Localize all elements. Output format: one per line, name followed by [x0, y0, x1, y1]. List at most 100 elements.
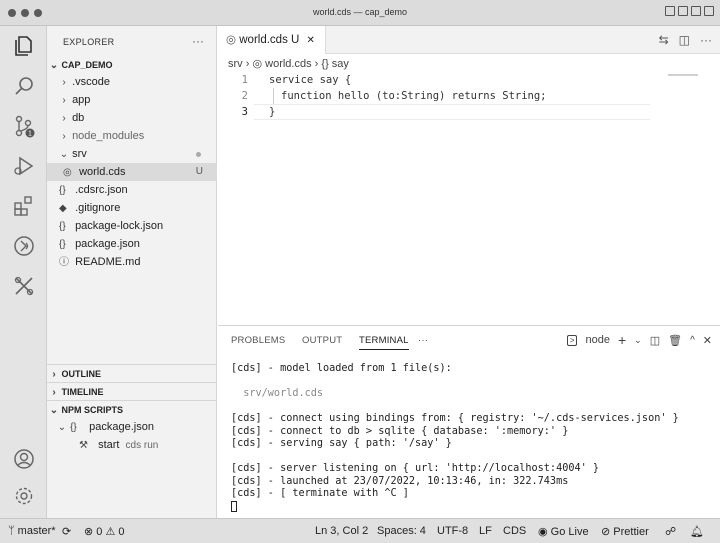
- tree-item-readme-md[interactable]: ⓘ README.md: [47, 253, 217, 271]
- breadcrumb-srv[interactable]: srv: [228, 58, 243, 70]
- source-control-icon[interactable]: 1: [12, 114, 36, 138]
- tab-problems[interactable]: PROBLEMS: [231, 335, 285, 346]
- tree-item-node-modules[interactable]: › node_modules: [47, 127, 217, 145]
- chevron-down-icon: ⌄: [57, 422, 67, 433]
- terminal-line: [cds] - serving say { path: '/say' }: [231, 438, 452, 449]
- editor-actions: ⇆ ◫ ···: [659, 33, 712, 47]
- code-editor[interactable]: 1 service say { 2 function hello (to:Str…: [218, 72, 720, 120]
- minimap[interactable]: [668, 74, 698, 76]
- end-of-line[interactable]: LF: [479, 525, 492, 537]
- new-terminal-icon[interactable]: +: [618, 332, 626, 348]
- npm-scripts-section[interactable]: ⌄ NPM SCRIPTS: [47, 400, 217, 418]
- json-file-icon: {}: [59, 239, 66, 250]
- panel-more-button[interactable]: ···: [418, 335, 428, 346]
- check-circle-icon: ⊘: [601, 526, 611, 538]
- json-file-icon: {}: [70, 422, 77, 433]
- cds-file-icon: ◎: [63, 167, 72, 178]
- breadcrumb-say[interactable]: {} say: [321, 58, 349, 70]
- toggle-secondary-sidebar-icon[interactable]: [691, 6, 701, 16]
- layout-controls: [665, 6, 714, 16]
- tree-item-package-lock-json[interactable]: {} package-lock.json: [47, 217, 217, 235]
- feedback-icon[interactable]: ☍: [665, 525, 676, 538]
- code-line: 3 }: [218, 104, 720, 120]
- split-editor-icon[interactable]: ◫: [679, 33, 690, 47]
- chevron-right-icon: ›: [62, 77, 66, 88]
- toggle-sidebar-icon[interactable]: [665, 6, 675, 16]
- tree-item-world-cds[interactable]: ◎ world.cds U: [47, 163, 217, 181]
- notifications-bell-icon[interactable]: 🔔︎: [690, 525, 704, 538]
- indentation[interactable]: Spaces: 4: [377, 525, 426, 537]
- extensions-icon[interactable]: [12, 194, 36, 218]
- cds-file-icon: ◎: [226, 34, 237, 46]
- problems-indicator[interactable]: ⊗ 0 ⚠ 0: [84, 525, 125, 538]
- terminal-output[interactable]: [cds] - model loaded from 1 file(s): srv…: [231, 363, 679, 513]
- close-icon[interactable]: ✕: [703, 334, 712, 347]
- terminal-icon: >: [566, 334, 578, 346]
- tree-item-gitignore[interactable]: ◆ .gitignore: [47, 199, 217, 217]
- npm-package-json[interactable]: ⌄ {} package.json: [47, 418, 217, 436]
- chevron-down-icon[interactable]: ⌄: [634, 335, 642, 346]
- code-line: 2 function hello (to:String) returns Str…: [218, 88, 720, 104]
- terminal-line: [cds] - [ terminate with ^C ]: [231, 488, 409, 499]
- breadcrumb-world-cds[interactable]: world.cds: [265, 58, 311, 70]
- npm-script-start[interactable]: ⚒ start cds run: [47, 436, 217, 454]
- outline-section[interactable]: › OUTLINE: [47, 364, 217, 382]
- tree-item-srv[interactable]: ⌄ srv: [47, 145, 217, 163]
- terminal-line: [cds] - model loaded from 1 file(s):: [231, 363, 452, 374]
- untracked-badge: U: [195, 166, 203, 177]
- json-file-icon: {}: [59, 185, 66, 196]
- explorer-title: EXPLORER: [63, 37, 115, 47]
- tree-item-cdsrc-json[interactable]: {} .cdsrc.json: [47, 181, 217, 199]
- info-icon: ⓘ: [59, 257, 69, 268]
- explorer-icon[interactable]: [12, 34, 36, 58]
- account-icon[interactable]: [12, 447, 36, 471]
- error-icon: ⊗: [84, 526, 94, 538]
- customize-layout-icon[interactable]: [704, 6, 714, 16]
- chevron-up-icon[interactable]: ^: [690, 335, 695, 346]
- modified-dot: [196, 152, 201, 157]
- terminal-line: [cds] - server listening on { url: 'http…: [231, 463, 600, 474]
- settings-gear-icon[interactable]: [12, 484, 36, 508]
- tree-item-vscode[interactable]: › .vscode: [47, 73, 217, 91]
- tree-item-package-json[interactable]: {} package.json: [47, 235, 217, 253]
- open-changes-icon[interactable]: ⇆: [659, 33, 669, 47]
- tree-item-db[interactable]: › db: [47, 109, 217, 127]
- workspace-root[interactable]: ⌄ CAP_DEMO: [47, 56, 217, 74]
- svg-text:1: 1: [28, 131, 32, 138]
- breadcrumb: srv › ◎ world.cds › {} say: [228, 57, 349, 70]
- terminal-line: [cds] - connect using bindings from: { r…: [231, 413, 679, 424]
- trash-icon[interactable]: 🗑: [668, 334, 682, 347]
- window-title: world.cds — cap_demo: [312, 7, 408, 17]
- terminal-line: srv/world.cds: [231, 388, 324, 399]
- cursor-position[interactable]: Ln 3, Col 2: [315, 525, 368, 537]
- current-line-highlight: [254, 104, 650, 120]
- tools-icon[interactable]: [12, 274, 36, 298]
- json-file-icon: {}: [59, 221, 66, 232]
- more-actions-icon[interactable]: ···: [700, 33, 712, 47]
- sync-icon[interactable]: ⟳: [62, 525, 71, 538]
- language-mode[interactable]: CDS: [503, 525, 526, 537]
- tab-terminal[interactable]: TERMINAL: [359, 335, 409, 350]
- go-live-button[interactable]: ◉ Go Live: [538, 525, 589, 538]
- split-terminal-icon[interactable]: ◫: [650, 334, 660, 347]
- tree-item-app[interactable]: › app: [47, 91, 217, 109]
- search-icon[interactable]: [12, 74, 36, 98]
- toggle-panel-icon[interactable]: [678, 6, 688, 16]
- git-file-icon: ◆: [59, 203, 67, 214]
- timeline-section[interactable]: › TIMELINE: [47, 382, 217, 400]
- code-line: 1 service say {: [218, 72, 720, 88]
- tab-output[interactable]: OUTPUT: [302, 335, 342, 346]
- run-debug-icon[interactable]: [12, 154, 36, 178]
- remote-explorer-icon[interactable]: [12, 234, 36, 258]
- bottom-panel: PROBLEMS OUTPUT TERMINAL ··· > node + ⌄ …: [218, 325, 720, 518]
- close-icon[interactable]: ✕: [307, 35, 315, 46]
- line-number: 2: [241, 90, 248, 102]
- explorer-more-button[interactable]: ···: [192, 34, 204, 48]
- prettier-button[interactable]: ⊘ Prettier: [601, 525, 649, 538]
- tab-world-cds[interactable]: ◎ world.cds U ✕: [218, 26, 326, 54]
- encoding[interactable]: UTF-8: [437, 525, 468, 537]
- terminal-name[interactable]: node: [585, 334, 609, 346]
- code-text: service say {: [269, 74, 352, 86]
- branch-indicator[interactable]: ᛘ master*: [8, 525, 56, 537]
